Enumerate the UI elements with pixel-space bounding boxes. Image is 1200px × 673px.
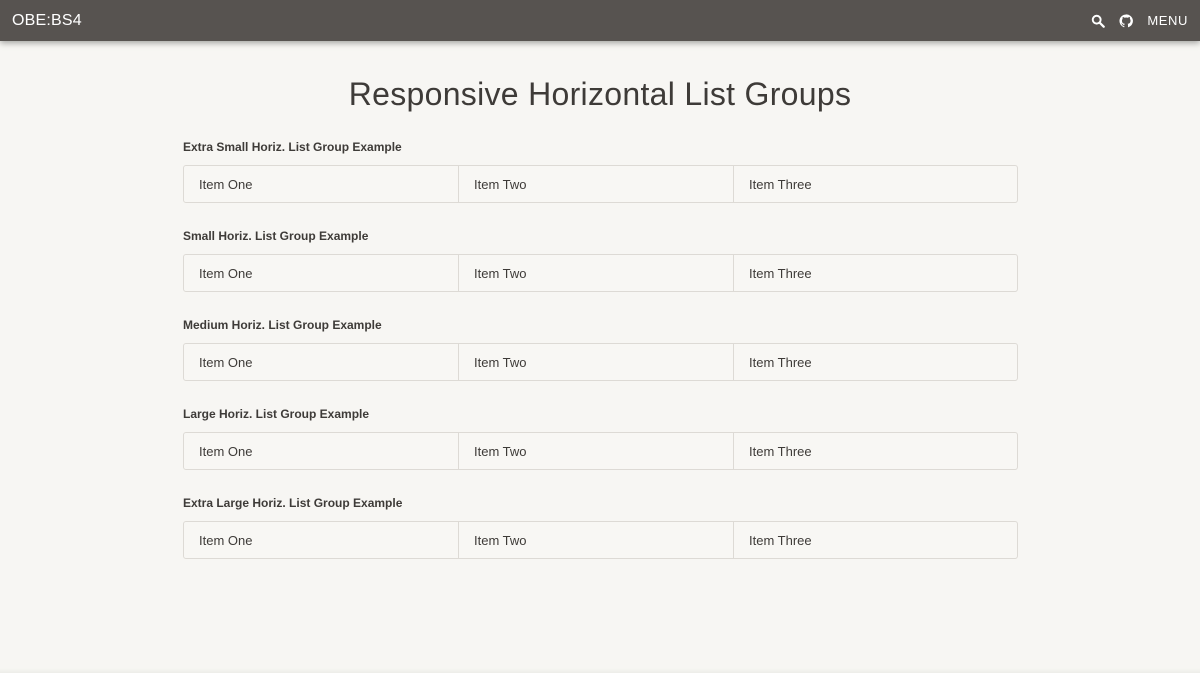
- list-item: Item Two: [459, 433, 734, 469]
- section-heading: Extra Small Horiz. List Group Example: [183, 140, 402, 154]
- list-group-section-md: Medium Horiz. List Group Example Item On…: [183, 317, 1018, 381]
- list-item: Item Three: [749, 532, 812, 548]
- list-group-section-lg: Large Horiz. List Group Example Item One…: [183, 406, 1018, 470]
- brand-link[interactable]: OBE:BS4: [12, 12, 82, 30]
- horizontal-list-group: Item One Item Two Item Three: [183, 165, 1018, 203]
- list-item: Item One: [184, 255, 459, 291]
- list-group-section-xl: Extra Large Horiz. List Group Example It…: [183, 495, 1018, 559]
- list-item: Item Two: [459, 344, 734, 380]
- list-item: Item Three: [749, 443, 812, 459]
- github-icon[interactable]: [1119, 13, 1134, 28]
- section-heading: Medium Horiz. List Group Example: [183, 318, 382, 332]
- search-icon[interactable]: [1091, 14, 1106, 28]
- bottom-shadow: [0, 668, 1200, 673]
- list-item: Item One: [184, 522, 459, 558]
- list-item: Item Three: [749, 265, 812, 281]
- horizontal-list-group: Item One Item Two Item Three: [183, 343, 1018, 381]
- list-item: Item Three: [749, 354, 812, 370]
- list-item: Item One: [184, 166, 459, 202]
- list-item: Item One: [184, 344, 459, 380]
- horizontal-list-group: Item One Item Two Item Three: [183, 254, 1018, 292]
- navbar-actions: MENU: [1091, 13, 1188, 28]
- horizontal-list-group: Item One Item Two Item Three: [183, 521, 1018, 559]
- list-item: Item Two: [459, 522, 734, 558]
- page-title: Responsive Horizontal List Groups: [348, 76, 852, 112]
- list-item: Item Three: [749, 176, 812, 192]
- horizontal-list-group: Item One Item Two Item Three: [183, 432, 1018, 470]
- section-heading: Small Horiz. List Group Example: [183, 229, 369, 243]
- list-group-section-sm: Small Horiz. List Group Example Item One…: [183, 228, 1018, 292]
- section-heading: Large Horiz. List Group Example: [183, 407, 370, 421]
- list-group-section-xs: Extra Small Horiz. List Group Example It…: [183, 139, 1018, 203]
- navbar: OBE:BS4 MENU: [0, 0, 1200, 41]
- list-item: Item Two: [459, 166, 734, 202]
- list-item: Item One: [184, 433, 459, 469]
- section-heading: Extra Large Horiz. List Group Example: [183, 496, 403, 510]
- list-item: Item Two: [459, 255, 734, 291]
- menu-button[interactable]: MENU: [1147, 13, 1188, 28]
